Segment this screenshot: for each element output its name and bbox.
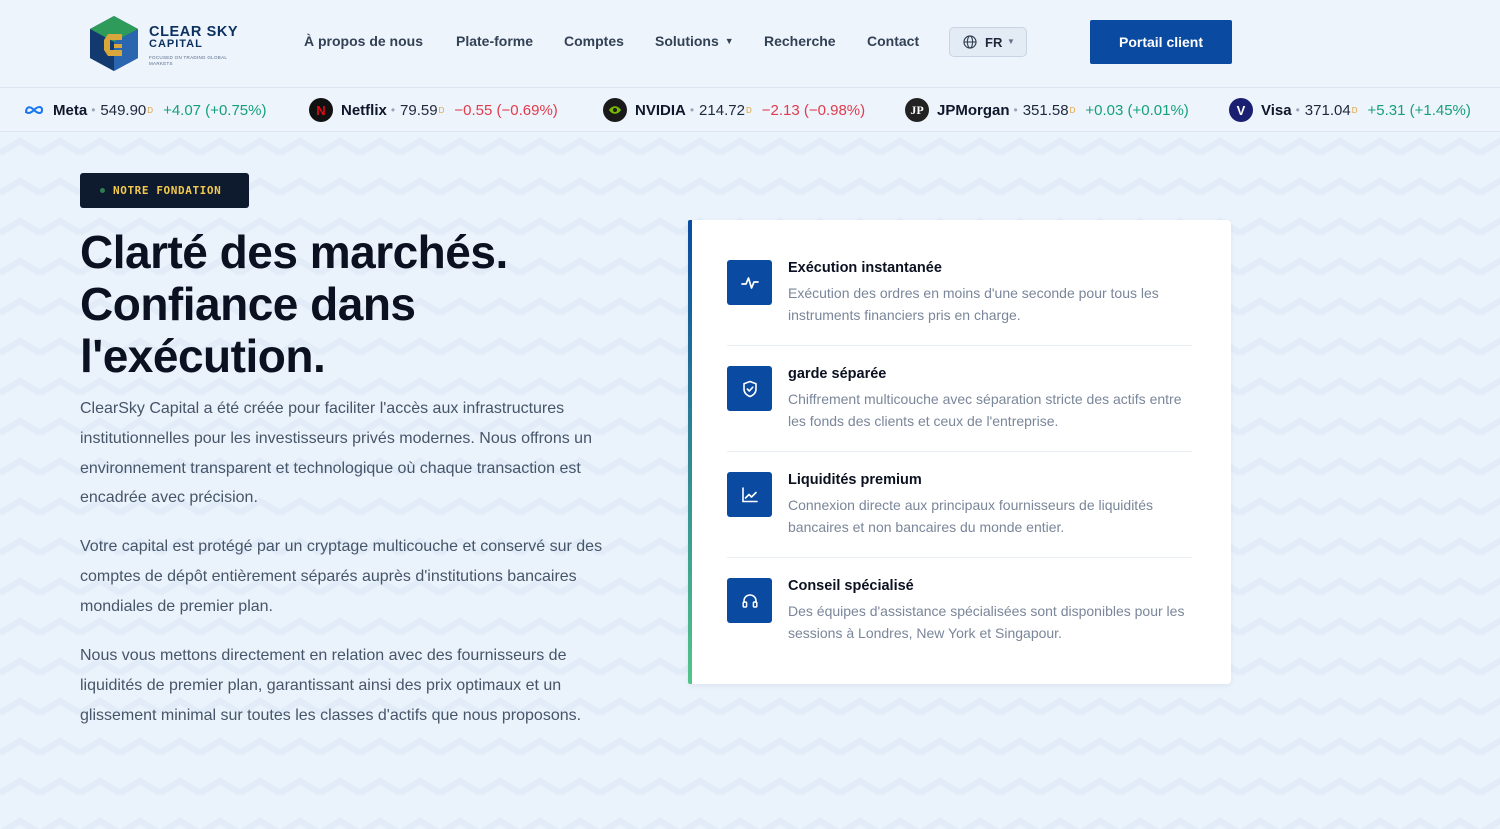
brand-name-line2: CAPITAL	[149, 38, 203, 50]
ticker-name: NVIDIA	[635, 101, 686, 119]
separator-dot: •	[390, 103, 396, 117]
hero-paragraph-security: Votre capital est protégé par un cryptag…	[80, 538, 603, 615]
shield-check-icon	[727, 366, 772, 411]
ticker-change: +5.31 (+1.45%)	[1367, 101, 1471, 119]
caret-down-icon: ▼	[724, 36, 734, 46]
nav-contact-label: Contact	[867, 33, 920, 49]
delay-marker: D	[438, 105, 445, 115]
ticker-item-jpmorgan[interactable]: JP JPMorgan • 351.58 D +0.03 (+0.01%)	[905, 88, 1189, 131]
headset-icon	[727, 578, 772, 623]
meta-icon	[24, 104, 44, 116]
ticker-name: JPMorgan	[937, 101, 1010, 119]
delay-marker: D	[1069, 105, 1076, 115]
hero-title-line: Clarté des marchés.	[80, 226, 508, 278]
nav-contact[interactable]: Contact	[867, 33, 919, 49]
jpmorgan-icon: JP	[905, 98, 929, 122]
netflix-icon: N	[309, 98, 333, 122]
section-badge: NOTRE FONDATION	[80, 173, 249, 208]
ticker-item-meta[interactable]: Meta • 549.90 D +4.07 (+0.75%)	[24, 88, 267, 131]
brand-logo[interactable]: CLEAR SKY CAPITAL FOCUSED ON TRADING GLO…	[88, 14, 258, 74]
line-chart-icon	[727, 472, 772, 517]
ticker-price: 351.58	[1022, 101, 1069, 119]
feature-title: Liquidités premium	[788, 472, 922, 488]
stock-ticker: Meta • 549.90 D +4.07 (+0.75%) N Netflix • 79.…	[0, 88, 1500, 132]
language-selector[interactable]: FR ▼	[949, 27, 1027, 57]
feature-title: garde séparée	[788, 366, 887, 382]
nav-platform-label: Plate-forme	[456, 33, 534, 49]
feature-divider	[727, 451, 1192, 452]
ticker-item-nvidia[interactable]: NVIDIA • 214.72 D −2.13 (−0.98%)	[603, 88, 866, 131]
delay-marker: D	[745, 105, 752, 115]
nav-platform[interactable]: Plate-forme	[456, 33, 533, 49]
badge-label: NOTRE FONDATION	[113, 184, 222, 197]
ticker-name: Meta	[53, 101, 88, 119]
language-code: FR	[985, 35, 1003, 50]
separator-dot: •	[1013, 103, 1018, 117]
brand-tagline: FOCUSED ON TRADING GLOBAL MARKETS	[149, 55, 228, 66]
card-accent-bar	[688, 220, 692, 684]
visa-icon: V	[1229, 98, 1253, 122]
nav-solutions[interactable]: Solutions ▼	[655, 33, 734, 49]
ticker-item-netflix[interactable]: N Netflix • 79.59 D −0.55 (−0.69%)	[309, 88, 558, 131]
feature-title: Exécution instantanée	[788, 260, 942, 276]
nav-research[interactable]: Recherche	[764, 33, 836, 49]
hero-title: Clarté des marchés. Confiance dans l'exé…	[80, 226, 680, 382]
ticker-change: +4.07 (+0.75%)	[163, 101, 267, 119]
ticker-item-visa[interactable]: V Visa • 371.04 D +5.31 (+1.45%)	[1229, 88, 1471, 131]
feature-divider	[727, 557, 1192, 558]
ticker-name: Netflix	[341, 101, 387, 119]
feature-description: Chiffrement multicouche avec séparation …	[788, 391, 1182, 429]
delay-marker: D	[147, 105, 154, 115]
badge-dot-icon	[100, 188, 105, 193]
nav-accounts[interactable]: Comptes	[564, 33, 624, 49]
ticker-change: −2.13 (−0.98%)	[761, 101, 866, 119]
nav-research-label: Recherche	[764, 33, 836, 49]
nav-about-label: À propos de nous	[304, 33, 423, 49]
hero-title-line: l'exécution.	[80, 330, 326, 382]
hero-paragraph-liquidity: Nous vous mettons directement en relatio…	[80, 647, 582, 724]
nav-about[interactable]: À propos de nous	[304, 33, 423, 49]
delay-marker: D	[1351, 105, 1358, 115]
ticker-change: +0.03 (+0.01%)	[1085, 101, 1189, 119]
activity-icon	[727, 260, 772, 305]
ticker-change: −0.55 (−0.69%)	[454, 101, 558, 119]
ticker-price: 79.59	[400, 101, 438, 119]
separator-dot: •	[1295, 103, 1300, 117]
ticker-price: 214.72	[699, 101, 745, 119]
site-header: CLEAR SKY CAPITAL FOCUSED ON TRADING GLO…	[0, 0, 1500, 88]
ticker-price: 371.04	[1304, 101, 1351, 119]
feature-description: Exécution des ordres en moins d'une seco…	[788, 285, 1159, 323]
separator-dot: •	[689, 103, 695, 117]
ticker-price: 549.90	[100, 101, 147, 119]
nav-solutions-label: Solutions	[655, 33, 719, 49]
logo-cube-icon	[90, 16, 138, 71]
client-portal-button[interactable]: Portail client	[1090, 20, 1232, 64]
feature-title: Conseil spécialisé	[788, 578, 914, 594]
hero-paragraph-intro: ClearSky Capital a été créée pour facili…	[80, 400, 592, 507]
globe-icon	[963, 35, 977, 49]
feature-description: Des équipes d'assistance spécialisées so…	[788, 603, 1185, 641]
feature-description: Connexion directe aux principaux fournis…	[788, 497, 1153, 535]
separator-dot: •	[91, 103, 96, 117]
ticker-name: Visa	[1261, 101, 1292, 119]
hero-title-line: Confiance dans	[80, 278, 416, 330]
chevron-down-icon: ▼	[1007, 37, 1015, 46]
nav-accounts-label: Comptes	[564, 33, 624, 49]
feature-divider	[727, 345, 1192, 346]
nvidia-icon	[603, 98, 627, 122]
